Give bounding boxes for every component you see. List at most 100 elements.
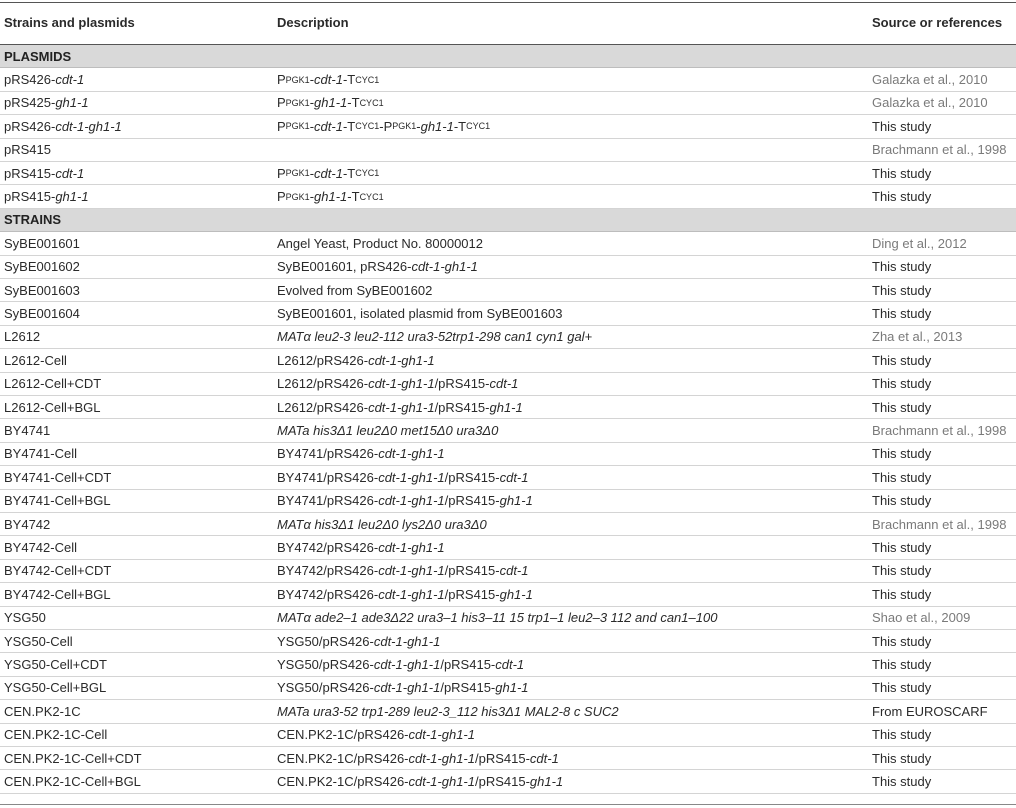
strain-name-cell: BY4742-Cell	[4, 540, 77, 556]
description-cell: SyBE001601, isolated plasmid from SyBE00…	[277, 306, 563, 322]
description-cell: YSG50/pRS426- cdt-1-gh1-1/pRS415- gh1-1	[277, 680, 529, 696]
source-cell: From EUROSCARF	[872, 703, 988, 719]
strain-name-cell: BY4742-Cell+CDT	[4, 563, 112, 579]
section-label: PLASMIDS	[4, 48, 72, 64]
source-cell: This study	[872, 657, 932, 673]
source-cell: This study	[872, 750, 932, 766]
section-row: STRAINS	[0, 208, 1016, 233]
table-row: SyBE001603 Evolved from SyBE001602 This st…	[0, 279, 1016, 303]
section-row: PLASMIDS	[0, 45, 1016, 69]
table-row: BY4741-Cell+BGL BY4741/pRS426- cdt-1-gh1-1…	[0, 490, 1016, 513]
source-cell: This study	[872, 259, 932, 275]
table-row: BY4741-Cell+CDT BY4741/pRS426- cdt-1-gh1-1…	[0, 466, 1016, 490]
table-row: YSG50-Cell+CDT YSG50/pRS426- cdt-1-gh1-1/p…	[0, 653, 1016, 677]
description-cell: MATα ade2–1 ade3Δ22 ura3–1 his3–11 15 tr…	[277, 610, 718, 626]
strain-name-cell: SyBE001601	[4, 235, 80, 251]
table-row: pRS426- cdt-1-gh1-1 P PGK1- cdt-1 -T CYC1 -P PGK…	[0, 115, 1016, 139]
description-cell: CEN.PK2-1C/pRS426- cdt-1-gh1-1	[277, 727, 475, 743]
source-cell: Galazka et al., 2010	[872, 72, 988, 88]
source-cell: This study	[872, 469, 932, 485]
table-row: BY4742-Cell BY4742/pRS426- cdt-1-gh1-1 This…	[0, 536, 1016, 560]
strain-name-cell: YSG50	[4, 610, 46, 626]
description-cell: BY4742/pRS426- cdt-1-gh1-1/pRS415- cdt-1	[277, 563, 529, 579]
description-cell: Angel Yeast, Product No. 80000012	[277, 235, 483, 251]
table-row: pRS426- cdt-1 P PGK1- cdt-1 -T CYC1 Galazka et …	[0, 68, 1016, 92]
source-cell: This study	[872, 563, 932, 579]
strain-name-cell: pRS425- gh1-1	[4, 95, 89, 111]
source-cell: This study	[872, 493, 932, 509]
header-source: Source or references	[872, 14, 1003, 30]
source-cell: Shao et al., 2009	[872, 610, 971, 626]
strain-name-cell: BY4742	[4, 516, 51, 532]
table-row: CEN.PK2-1C-Cell CEN.PK2-1C/pRS426- cdt-1-g…	[0, 724, 1016, 747]
strain-name-cell: pRS415	[4, 142, 51, 158]
description-cell: MATα his3Δ1 leu2Δ0 lys2Δ0 ura3Δ0	[277, 516, 487, 532]
table-row: YSG50-Cell+BGL YSG50/pRS426- cdt-1-gh1-1/p…	[0, 677, 1016, 701]
table-row: SyBE001601 Angel Yeast, Product No. 80000…	[0, 232, 1016, 256]
description-cell: YSG50/pRS426- cdt-1-gh1-1/pRS415- cdt-1	[277, 657, 525, 673]
description-cell: L2612/pRS426- cdt-1-gh1-1/pRS415- cdt-1	[277, 376, 519, 392]
description-cell: MATa ura3-52 trp1-289 leu2-3_112 his3Δ1 …	[277, 703, 619, 719]
strain-name-cell: L2612	[4, 329, 41, 345]
source-cell: This study	[872, 118, 932, 134]
strain-name-cell: pRS426- cdt-1	[4, 72, 85, 88]
bottom-rule	[0, 804, 1016, 805]
table-row: BY4742-Cell+CDT BY4742/pRS426- cdt-1-gh1-1…	[0, 560, 1016, 584]
table-row: CEN.PK2-1C-Cell+BGL CEN.PK2-1C/pRS426- cdt…	[0, 770, 1016, 794]
table-row: CEN.PK2-1C-Cell+CDT CEN.PK2-1C/pRS426- cdt…	[0, 747, 1016, 771]
description-cell: P PGK1- cdt-1 -T CYC1	[277, 72, 380, 88]
source-cell: Galazka et al., 2010	[872, 95, 988, 111]
description-cell: P PGK1- gh1-1 -T CYC1	[277, 95, 384, 111]
source-cell: This study	[872, 727, 932, 743]
description-cell: BY4741/pRS426- cdt-1-gh1-1	[277, 446, 445, 462]
table-row: pRS415- cdt-1 P PGK1- cdt-1 -T CYC1 This study	[0, 162, 1016, 186]
description-cell: P PGK1- gh1-1 -T CYC1	[277, 189, 384, 205]
table-row: SyBE001604 SyBE001601, isolated plasmid f…	[0, 302, 1016, 326]
source-cell: This study	[872, 306, 932, 322]
table-row: YSG50-Cell YSG50/pRS426- cdt-1-gh1-1 This s…	[0, 630, 1016, 654]
table-row: L2612-Cell+CDT L2612/pRS426- cdt-1-gh1-1/p…	[0, 373, 1016, 396]
strain-name-cell: SyBE001603	[4, 282, 80, 298]
section-label: STRAINS	[4, 212, 62, 228]
table-row: L2612-Cell L2612/pRS426- cdt-1-gh1-1 This s…	[0, 349, 1016, 373]
description-cell: YSG50/pRS426- cdt-1-gh1-1	[277, 633, 441, 649]
strain-name-cell: pRS415- gh1-1	[4, 189, 89, 205]
source-cell: This study	[872, 446, 932, 462]
table-row: YSG50 MATα ade2–1 ade3Δ22 ura3–1 his3–11 …	[0, 607, 1016, 630]
source-cell: This study	[872, 165, 932, 181]
table-row: L2612 MATα leu2-3 leu2-112 ura3-52trp1-29…	[0, 326, 1016, 350]
strain-name-cell: BY4742-Cell+BGL	[4, 586, 111, 602]
table-row: CEN.PK2-1C MATa ura3-52 trp1-289 leu2-3_1…	[0, 700, 1016, 724]
source-cell: This study	[872, 586, 932, 602]
table-row: pRS425- gh1-1 P PGK1- gh1-1 -T CYC1 Galazka et …	[0, 92, 1016, 116]
strain-name-cell: BY4741-Cell+BGL	[4, 493, 111, 509]
strain-name-cell: CEN.PK2-1C-Cell+CDT	[4, 750, 142, 766]
strain-name-cell: L2612-Cell+BGL	[4, 399, 101, 415]
source-cell: This study	[872, 376, 932, 392]
strain-name-cell: BY4741	[4, 423, 51, 439]
description-cell: MATa his3Δ1 leu2Δ0 met15Δ0 ura3Δ0	[277, 423, 499, 439]
description-cell: L2612/pRS426- cdt-1-gh1-1/pRS415- gh1-1	[277, 399, 523, 415]
strain-name-cell: CEN.PK2-1C-Cell	[4, 727, 108, 743]
source-cell: Brachmann et al., 1998	[872, 423, 1007, 439]
description-cell: P PGK1- cdt-1 -T CYC1 -P PGK1- gh1-1 -T CYC1	[277, 118, 491, 134]
description-cell: CEN.PK2-1C/pRS426- cdt-1-gh1-1/pRS415- cdt…	[277, 750, 559, 766]
strain-name-cell: SyBE001604	[4, 306, 80, 322]
description-cell: BY4742/pRS426- cdt-1-gh1-1/pRS415- gh1-1	[277, 586, 533, 602]
source-cell: This study	[872, 774, 932, 790]
top-rule	[0, 2, 1016, 3]
strain-name-cell: pRS426- cdt-1-gh1-1	[4, 118, 122, 134]
table-row: BY4741-Cell BY4741/pRS426- cdt-1-gh1-1 This…	[0, 443, 1016, 467]
strain-name-cell: pRS415- cdt-1	[4, 165, 85, 181]
description-cell: CEN.PK2-1C/pRS426- cdt-1-gh1-1/pRS415- gh1…	[277, 774, 564, 790]
table-row: L2612-Cell+BGL L2612/pRS426- cdt-1-gh1-1/p…	[0, 396, 1016, 420]
description-cell: L2612/pRS426- cdt-1-gh1-1	[277, 352, 435, 368]
source-cell: This study	[872, 189, 932, 205]
strain-name-cell: BY4741-Cell+CDT	[4, 469, 112, 485]
table-row: BY4741 MATa his3Δ1 leu2Δ0 met15Δ0 ura3Δ0 B…	[0, 419, 1016, 443]
strain-name-cell: CEN.PK2-1C	[4, 703, 81, 719]
source-cell: This study	[872, 282, 932, 298]
description-cell: P PGK1- cdt-1 -T CYC1	[277, 165, 380, 181]
description-cell: MATα leu2-3 leu2-112 ura3-52trp1-298 can…	[277, 329, 593, 345]
table-row: BY4742 MATα his3Δ1 leu2Δ0 lys2Δ0 ura3Δ0 Br…	[0, 513, 1016, 537]
